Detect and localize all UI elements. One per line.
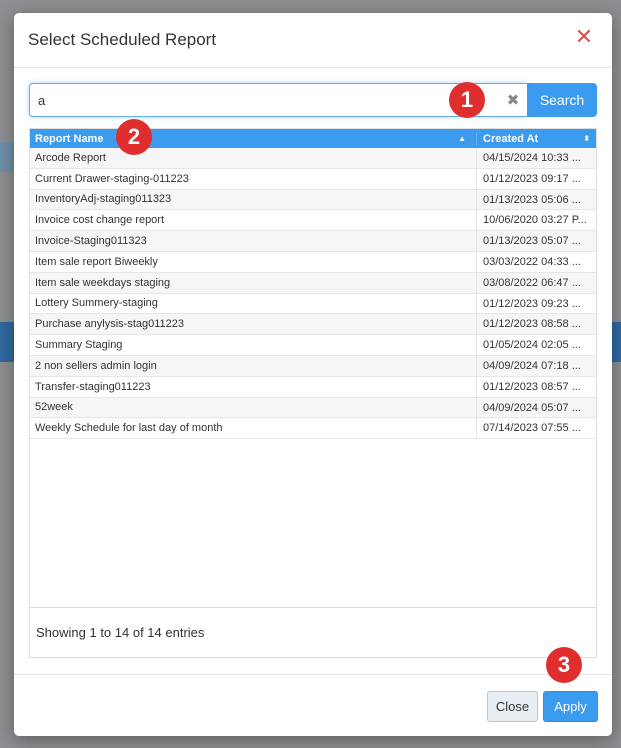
sort-both-icon: ⬍	[583, 134, 590, 143]
table-row[interactable]: Item sale report Biweekly 03/03/2022 04:3…	[30, 251, 596, 273]
table-row[interactable]: Lottery Summery-staging 01/12/2023 09:23 …	[30, 293, 596, 315]
report-name-cell: Item sale weekdays staging	[35, 276, 171, 289]
created-at-cell: 01/12/2023 08:58 ...	[476, 314, 596, 335]
clear-icon[interactable]: ✖	[499, 91, 527, 109]
created-at-cell: 04/09/2024 07:18 ...	[476, 355, 596, 376]
report-name-cell: Invoice cost change report	[35, 214, 165, 227]
table-row[interactable]: Invoice-Staging011323 01/13/2023 05:07 ..…	[30, 231, 596, 252]
created-at-cell: 01/12/2023 09:17 ...	[476, 168, 596, 189]
created-at-cell: 01/12/2023 09:23 ...	[476, 293, 596, 314]
modal-header: Select Scheduled Report ✕	[14, 13, 612, 68]
table-row[interactable]: Weekly Schedule for last day of month 07/…	[30, 418, 596, 440]
background-strip	[612, 322, 621, 362]
marker-badge: 2	[116, 119, 152, 155]
search-row: ✖ Search	[29, 83, 597, 117]
sort-asc-icon: ▲	[458, 134, 466, 143]
table-row[interactable]: Purchase anylysis-stag011223 01/12/2023 0…	[30, 314, 596, 336]
search-input[interactable]	[30, 85, 499, 115]
search-button[interactable]: Search	[527, 83, 597, 117]
report-name-cell: InventoryAdj-staging011323	[35, 193, 172, 206]
created-at-cell: 01/13/2023 05:06 ...	[476, 189, 596, 210]
report-name-cell: 52week	[35, 401, 73, 414]
report-name-cell: 2 non sellers admin login	[35, 359, 157, 372]
table-row[interactable]: InventoryAdj-staging011323 01/13/2023 05:…	[30, 189, 596, 211]
created-at-cell: 03/08/2022 06:47 ...	[476, 272, 596, 293]
apply-button[interactable]: Apply	[543, 691, 598, 722]
column-header-report-name[interactable]: Report Name ▲	[30, 133, 476, 145]
grid-body: Arcode Report 04/15/2024 10:33 ... Current…	[30, 148, 596, 440]
table-row[interactable]: Item sale weekdays staging 03/08/2022 06:…	[30, 272, 596, 294]
table-row[interactable]: Current Drawer-staging-011223 01/12/2023 …	[30, 168, 596, 190]
created-at-cell: 04/09/2024 05:07 ...	[476, 397, 596, 418]
created-at-cell: 01/13/2023 05:07 ...	[476, 231, 596, 251]
table-row[interactable]: Arcode Report 04/15/2024 10:33 ...	[30, 148, 596, 169]
created-at-cell: 01/12/2023 08:57 ...	[476, 376, 596, 397]
report-name-cell: Lottery Summery-staging	[35, 297, 158, 310]
report-name-cell: Weekly Schedule for last day of month	[35, 422, 223, 435]
report-name-cell: Transfer-staging011223	[35, 380, 151, 393]
report-name-cell: Invoice-Staging011323	[35, 235, 147, 248]
modal-title: Select Scheduled Report	[28, 30, 217, 49]
grid-header: Report Name ▲ Created At ⬍	[30, 129, 596, 148]
select-report-modal: Select Scheduled Report ✕ ✖ Search Repor…	[14, 13, 612, 736]
created-at-cell: 04/15/2024 10:33 ...	[476, 148, 596, 168]
report-grid: Report Name ▲ Created At ⬍ Arcode Report…	[29, 128, 597, 658]
grid-footer: Showing 1 to 14 of 14 entries	[30, 607, 596, 657]
report-name-cell: Item sale report Biweekly	[35, 255, 158, 268]
table-row[interactable]: Invoice cost change report 10/06/2020 03:…	[30, 210, 596, 232]
report-name-cell: Current Drawer-staging-011223	[35, 172, 189, 185]
created-at-cell: 03/03/2022 04:33 ...	[476, 251, 596, 272]
table-row[interactable]: 2 non sellers admin login 04/09/2024 07:1…	[30, 355, 596, 377]
table-row[interactable]: Summary Staging 01/05/2024 02:05 ...	[30, 335, 596, 356]
report-name-cell: Purchase anylysis-stag011223	[35, 318, 184, 331]
column-label: Created At	[483, 132, 539, 145]
marker-badge: 3	[546, 647, 582, 683]
report-name-cell: Summary Staging	[35, 339, 123, 352]
created-at-cell: 10/06/2020 03:27 P...	[476, 210, 596, 231]
background-strip	[0, 322, 14, 362]
modal-footer: Close Apply	[14, 674, 612, 736]
column-label: Report Name	[35, 132, 104, 145]
table-row[interactable]: 52week 04/09/2024 05:07 ...	[30, 397, 596, 419]
created-at-cell: 07/14/2023 07:55 ...	[476, 418, 596, 439]
background-strip	[0, 142, 14, 172]
report-name-cell: Arcode Report	[35, 151, 106, 164]
column-header-created-at[interactable]: Created At ⬍	[476, 132, 596, 145]
close-button[interactable]: Close	[487, 691, 538, 722]
close-icon[interactable]: ✕	[574, 26, 594, 48]
created-at-cell: 01/05/2024 02:05 ...	[476, 335, 596, 355]
marker-badge: 1	[449, 82, 485, 118]
table-row[interactable]: Transfer-staging011223 01/12/2023 08:57 .…	[30, 376, 596, 398]
